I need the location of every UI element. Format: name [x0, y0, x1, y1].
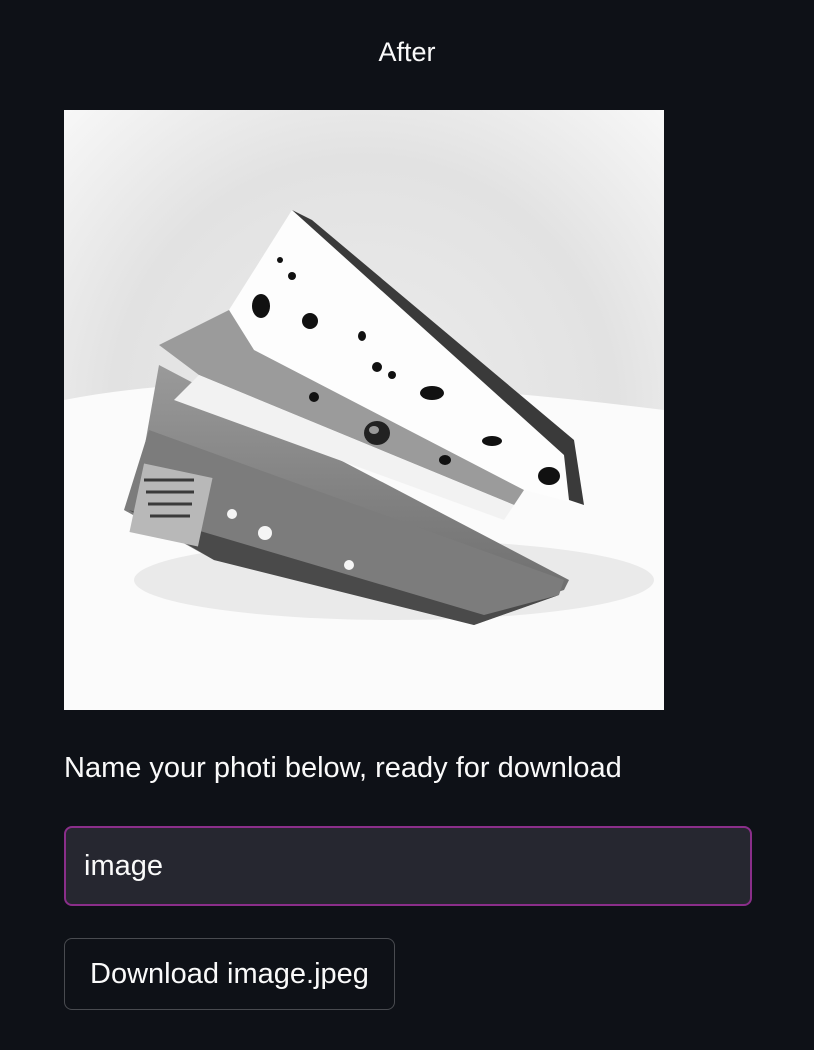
- after-caption: After: [378, 37, 436, 67]
- download-button[interactable]: Download image.jpeg: [64, 938, 395, 1010]
- app-page: After Name your photi below, ready for d…: [0, 0, 814, 1050]
- filename-label: Name your photi below, ready for downloa…: [64, 752, 622, 784]
- filename-input[interactable]: [64, 826, 752, 906]
- processed-image: [64, 110, 664, 710]
- cheese-photo-icon: [64, 110, 664, 710]
